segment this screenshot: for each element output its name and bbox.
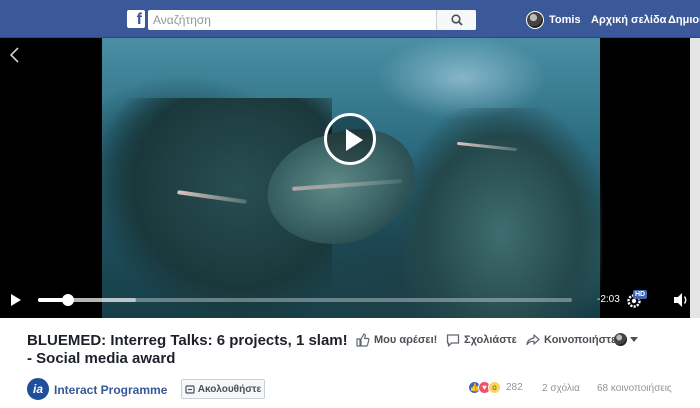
play-button[interactable] xyxy=(11,294,21,306)
reactions-count: 282 xyxy=(506,382,523,393)
video-player[interactable] xyxy=(0,38,700,318)
search-icon xyxy=(450,14,463,26)
thumbs-up-icon xyxy=(356,333,370,347)
share-arrow-icon xyxy=(526,334,540,346)
search-button[interactable] xyxy=(436,10,476,30)
page-name-link[interactable]: Interact Programme xyxy=(54,383,167,397)
video-frame[interactable] xyxy=(102,38,602,318)
comment-button[interactable]: Σχολιάστε xyxy=(446,333,517,347)
comment-label: Σχολιάστε xyxy=(464,334,517,346)
reactions-summary[interactable]: 👍 ♥ o 282 xyxy=(468,381,523,394)
post-as-selector[interactable] xyxy=(614,333,638,346)
comments-count-link[interactable]: 2 σχόλια xyxy=(542,383,580,394)
volume-icon[interactable] xyxy=(672,292,690,308)
back-arrow-icon[interactable] xyxy=(8,46,22,64)
wow-reaction-icon: o xyxy=(488,381,501,394)
time-remaining: -2:03 xyxy=(597,294,620,305)
nav-create-link[interactable]: Δημιου xyxy=(668,14,700,26)
chevron-down-icon xyxy=(630,337,638,342)
user-avatar xyxy=(526,11,544,29)
nav-home-link[interactable]: Αρχική σελίδα xyxy=(591,14,666,26)
like-label: Μου αρέσει! xyxy=(374,334,438,346)
play-overlay-button[interactable] xyxy=(324,113,376,165)
follow-label: Ακολουθήστε xyxy=(197,383,262,395)
selected-profile-avatar xyxy=(614,333,627,346)
facebook-logo[interactable]: f xyxy=(127,10,145,28)
page-logo[interactable]: ia xyxy=(27,378,49,400)
search-input[interactable] xyxy=(148,11,438,29)
follow-button[interactable]: Ακολουθήστε xyxy=(181,379,265,399)
hd-badge: HD xyxy=(633,290,648,299)
video-progress-bar[interactable] xyxy=(38,294,572,306)
shares-count-link[interactable]: 68 κοινοποιήσεις xyxy=(597,383,672,394)
share-button[interactable]: Κοινοποιήστε xyxy=(526,333,616,347)
profile-link[interactable]: Tomis xyxy=(526,11,581,29)
search-box xyxy=(148,10,476,30)
page-scrollbar[interactable] xyxy=(690,38,700,318)
like-button[interactable]: Μου αρέσει! xyxy=(356,333,437,347)
video-title: BLUEMED: Interreg Talks: 6 projects, 1 s… xyxy=(27,332,348,367)
comment-icon xyxy=(446,334,460,347)
follow-icon xyxy=(185,385,195,394)
share-label: Κοινοποιήστε xyxy=(544,334,617,346)
top-navigation-bar: f Tomis Αρχική σελίδα Δημιου xyxy=(0,0,700,38)
user-name: Tomis xyxy=(549,14,581,26)
video-scene-coral-right xyxy=(402,108,602,318)
